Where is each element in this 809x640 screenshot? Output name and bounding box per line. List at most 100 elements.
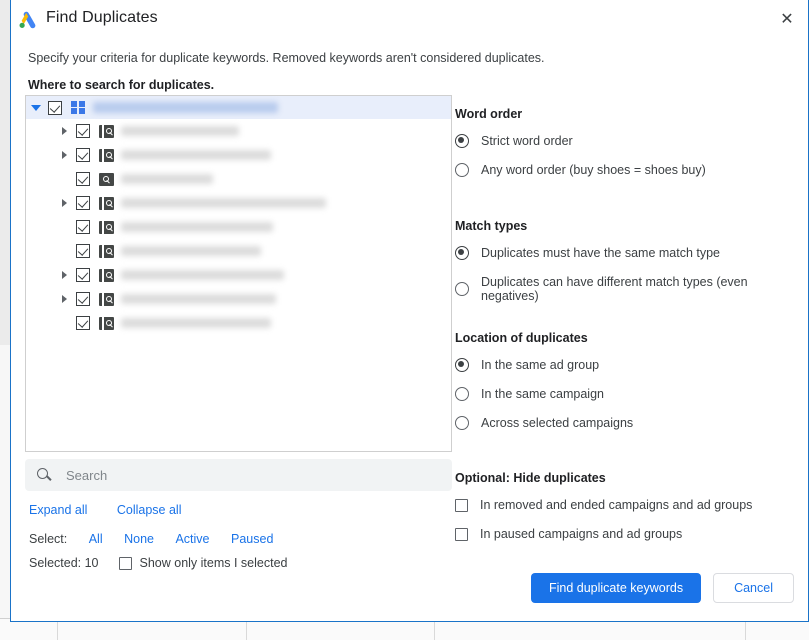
tree-row[interactable]	[26, 263, 451, 287]
radio-any-word-order[interactable]: Any word order (buy shoes = shoes buy)	[455, 163, 706, 177]
campaign-icon	[94, 244, 118, 258]
campaign-icon	[94, 124, 118, 138]
tree-row-list	[26, 119, 451, 335]
tree-row-label	[121, 294, 276, 304]
tree-row-label	[121, 150, 271, 160]
tree-row[interactable]	[26, 287, 451, 311]
tree-row-checkbox[interactable]	[72, 196, 94, 210]
tree-row[interactable]	[26, 167, 451, 191]
select-active-link[interactable]: Active	[175, 532, 209, 546]
show-only-selected-label: Show only items I selected	[139, 556, 288, 570]
campaign-icon	[94, 220, 118, 234]
campaign-icon	[94, 292, 118, 306]
tree-row-checkbox[interactable]	[72, 172, 94, 186]
radio-same-ad-group[interactable]: In the same ad group	[455, 358, 633, 372]
page-title: Find Duplicates	[46, 9, 158, 26]
radio-label: Across selected campaigns	[481, 416, 634, 430]
checkbox-indicator[interactable]	[455, 527, 468, 541]
tree-row-label	[121, 198, 326, 208]
tree-row-label	[121, 270, 284, 280]
chevron-right-icon[interactable]	[54, 127, 72, 135]
dialog-titlebar: Find Duplicates ✕	[11, 0, 808, 40]
radio-same-campaign[interactable]: In the same campaign	[455, 387, 633, 401]
radio-different-match-types[interactable]: Duplicates can have different match type…	[455, 275, 800, 303]
tree-row-checkbox[interactable]	[72, 268, 94, 282]
radio-indicator[interactable]	[455, 246, 469, 260]
campaign-icon	[94, 196, 118, 210]
select-paused-link[interactable]: Paused	[231, 532, 273, 546]
cancel-button[interactable]: Cancel	[713, 573, 794, 603]
checkbox-label: In paused campaigns and ad groups	[480, 527, 683, 541]
tree-row-root[interactable]	[26, 96, 451, 119]
chevron-right-icon[interactable]	[54, 199, 72, 207]
chevron-down-icon[interactable]	[26, 104, 44, 111]
tree-expand-controls: Expand all Collapse all	[29, 503, 181, 517]
find-duplicate-keywords-button[interactable]: Find duplicate keywords	[530, 573, 702, 603]
tree-row[interactable]	[26, 239, 451, 263]
radio-strict-word-order[interactable]: Strict word order	[455, 134, 706, 148]
checkbox-indicator[interactable]	[455, 498, 468, 512]
radio-label: Strict word order	[481, 134, 573, 148]
selected-count-row: Selected: 10 Show only items I selected	[29, 556, 288, 570]
location-of-duplicates-group: Location of duplicates In the same ad gr…	[455, 331, 633, 445]
radio-same-match-type[interactable]: Duplicates must have the same match type	[455, 246, 800, 260]
tree-row-checkbox[interactable]	[72, 292, 94, 306]
select-none-link[interactable]: None	[124, 532, 154, 546]
tree-row-checkbox[interactable]	[72, 244, 94, 258]
backdrop-column-divider	[745, 619, 746, 640]
radio-indicator[interactable]	[455, 134, 469, 148]
location-title: Location of duplicates	[455, 331, 588, 345]
campaign-icon	[94, 148, 118, 162]
checkbox-hide-paused[interactable]: In paused campaigns and ad groups	[455, 527, 752, 541]
find-duplicates-dialog: Find Duplicates ✕ Specify your criteria …	[10, 0, 809, 622]
radio-label: Any word order (buy shoes = shoes buy)	[481, 163, 706, 177]
backdrop-column-divider	[57, 619, 58, 640]
radio-indicator[interactable]	[455, 416, 469, 430]
dialog-subtitle: Specify your criteria for duplicate keyw…	[28, 51, 545, 65]
select-all-link[interactable]: All	[89, 532, 103, 546]
word-order-group: Word order Strict word order Any word or…	[455, 107, 706, 192]
tree-row-label	[121, 246, 261, 256]
tree-row-checkbox[interactable]	[44, 100, 66, 115]
search-input[interactable]	[64, 466, 404, 484]
tree-row[interactable]	[26, 143, 451, 167]
checkbox-label: In removed and ended campaigns and ad gr…	[480, 498, 753, 512]
tree-row-label	[121, 174, 213, 184]
google-ads-logo-icon	[19, 11, 36, 29]
radio-indicator[interactable]	[455, 163, 469, 177]
tree-row-checkbox[interactable]	[72, 148, 94, 162]
tree-row-checkbox[interactable]	[72, 124, 94, 138]
radio-indicator[interactable]	[455, 358, 469, 372]
close-icon[interactable]: ✕	[766, 0, 808, 40]
campaign-icon	[94, 316, 118, 330]
adgroup-icon	[94, 172, 118, 186]
show-only-selected-checkbox[interactable]	[118, 556, 132, 570]
chevron-right-icon[interactable]	[54, 295, 72, 303]
where-to-search-label: Where to search for duplicates.	[28, 78, 215, 92]
tree-row[interactable]	[26, 191, 451, 215]
checkbox-hide-removed-ended[interactable]: In removed and ended campaigns and ad gr…	[455, 498, 752, 512]
tree-row-label	[121, 126, 239, 136]
expand-all-link[interactable]: Expand all	[29, 503, 87, 517]
word-order-title: Word order	[455, 107, 523, 121]
tree-row[interactable]	[26, 215, 451, 239]
hide-duplicates-group: Optional: Hide duplicates In removed and…	[455, 471, 752, 556]
radio-label: Duplicates must have the same match type	[481, 246, 721, 260]
tree-row[interactable]	[26, 119, 451, 143]
collapse-all-link[interactable]: Collapse all	[117, 503, 182, 517]
radio-across-campaigns[interactable]: Across selected campaigns	[455, 416, 633, 430]
select-label: Select:	[29, 532, 68, 546]
campaign-tree-panel[interactable]	[25, 95, 452, 452]
tree-row[interactable]	[26, 311, 451, 335]
tree-row-checkbox[interactable]	[72, 316, 94, 330]
tree-row-label	[121, 222, 273, 232]
backdrop-left-strip-lower	[0, 345, 10, 640]
radio-indicator[interactable]	[455, 282, 469, 296]
tree-row-checkbox[interactable]	[72, 220, 94, 234]
radio-indicator[interactable]	[455, 387, 469, 401]
chevron-right-icon[interactable]	[54, 271, 72, 279]
match-types-group: Match types Duplicates must have the sam…	[455, 219, 800, 318]
radio-label: In the same campaign	[481, 387, 604, 401]
chevron-right-icon[interactable]	[54, 151, 72, 159]
search-box[interactable]	[25, 459, 452, 491]
